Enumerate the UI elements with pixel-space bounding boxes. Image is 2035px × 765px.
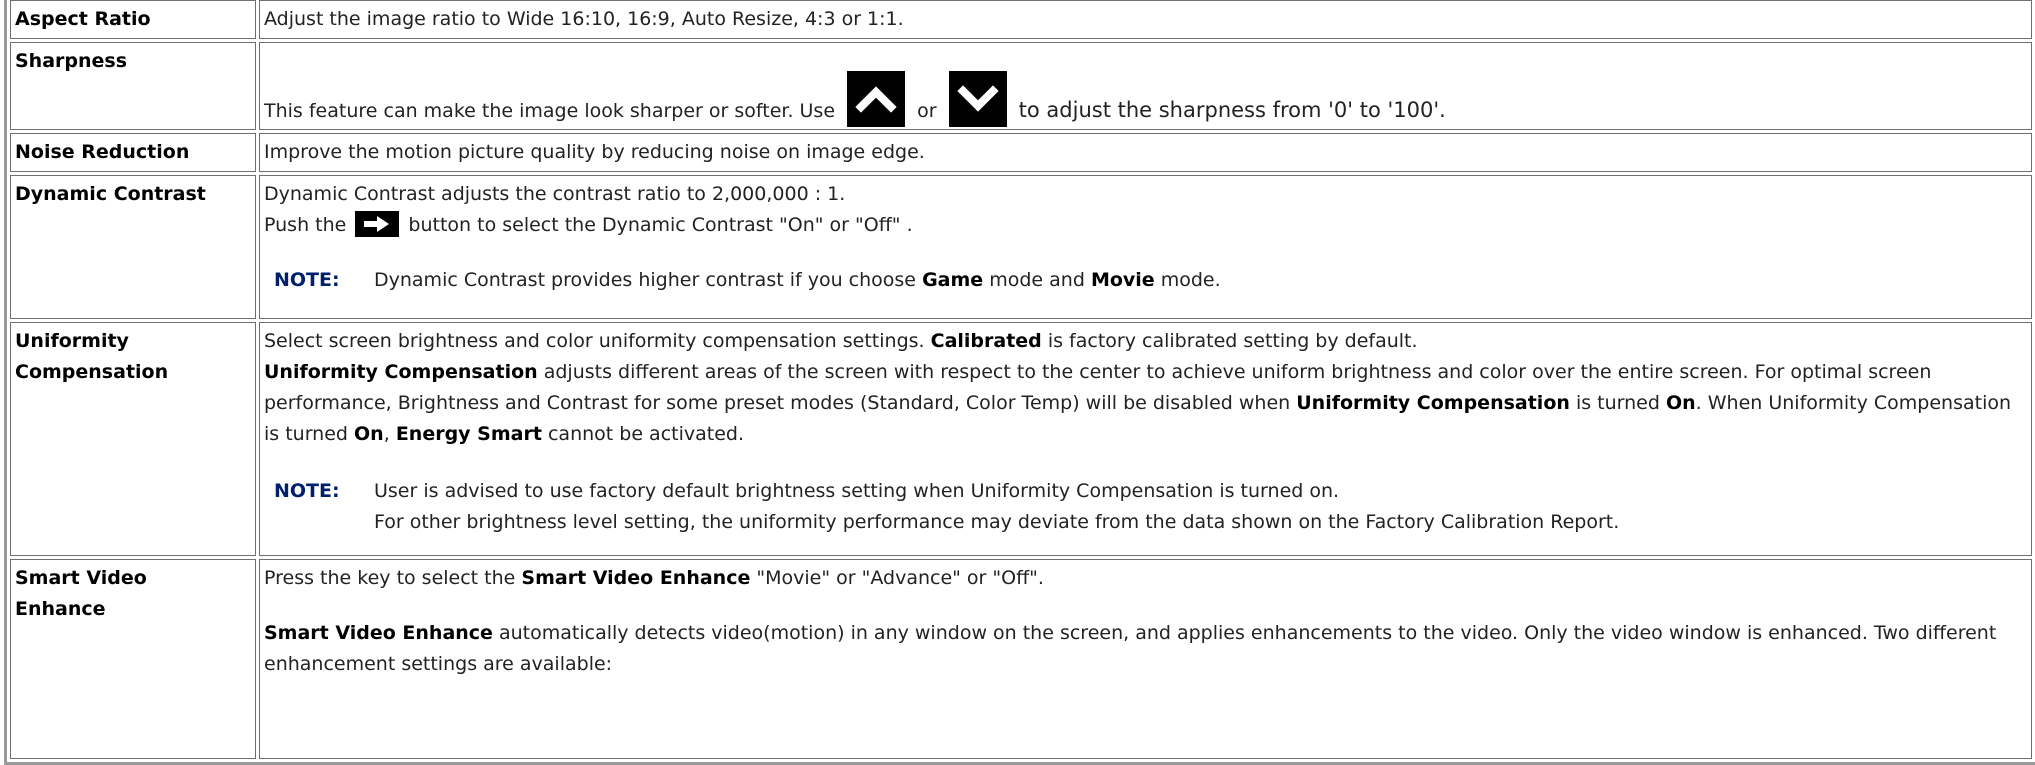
- note-text: Dynamic Contrast provides higher contras…: [374, 269, 1221, 291]
- table-row: Noise Reduction Improve the motion pictu…: [10, 133, 2032, 172]
- chevron-down-icon: [948, 71, 1007, 127]
- table-row: Uniformity Compensation Select screen br…: [10, 322, 2032, 556]
- paragraph: Press the key to select the Smart Video …: [264, 567, 1044, 589]
- row-label: Aspect Ratio: [10, 0, 256, 39]
- row-description: Improve the motion picture quality by re…: [259, 133, 2032, 172]
- note: NOTE: User is advised to use factory def…: [264, 476, 2026, 538]
- table-row: Aspect Ratio Adjust the image ratio to W…: [10, 0, 2032, 39]
- table-row: Sharpness This feature can make the imag…: [10, 42, 2032, 130]
- settings-document: Aspect Ratio Adjust the image ratio to W…: [0, 0, 2035, 765]
- row-description: Press the key to select the Smart Video …: [259, 559, 2032, 759]
- row-label: Noise Reduction: [10, 133, 256, 172]
- row-description: This feature can make the image look sha…: [259, 42, 2032, 130]
- table-row: Dynamic Contrast Dynamic Contrast adjust…: [10, 175, 2032, 319]
- note-text: User is advised to use factory default b…: [374, 480, 1620, 533]
- note: NOTE: Dynamic Contrast provides higher c…: [264, 265, 2026, 296]
- right-arrow-icon: [355, 210, 400, 237]
- row-label: Sharpness: [10, 42, 256, 130]
- row-label: Smart Video Enhance: [10, 559, 256, 759]
- row-description: Adjust the image ratio to Wide 16:10, 16…: [259, 0, 2032, 39]
- note-label: NOTE:: [274, 480, 340, 502]
- paragraph: Select screen brightness and color unifo…: [264, 330, 1418, 352]
- table-row: Smart Video Enhance Press the key to sel…: [10, 559, 2032, 759]
- paragraph: Uniformity Compensation adjusts differen…: [264, 361, 2012, 445]
- paragraph: Push the button to select the Dynamic Co…: [264, 210, 2026, 241]
- row-description: Select screen brightness and color unifo…: [259, 322, 2032, 556]
- paragraph: Smart Video Enhance automatically detect…: [264, 622, 1997, 675]
- row-label: Dynamic Contrast: [10, 175, 256, 319]
- row-description: Dynamic Contrast adjusts the contrast ra…: [259, 175, 2032, 319]
- note-label: NOTE:: [274, 269, 340, 291]
- chevron-up-icon: [847, 71, 906, 127]
- paragraph: Dynamic Contrast adjusts the contrast ra…: [264, 183, 846, 205]
- settings-table: Aspect Ratio Adjust the image ratio to W…: [4, 0, 2035, 765]
- row-label: Uniformity Compensation: [10, 322, 256, 556]
